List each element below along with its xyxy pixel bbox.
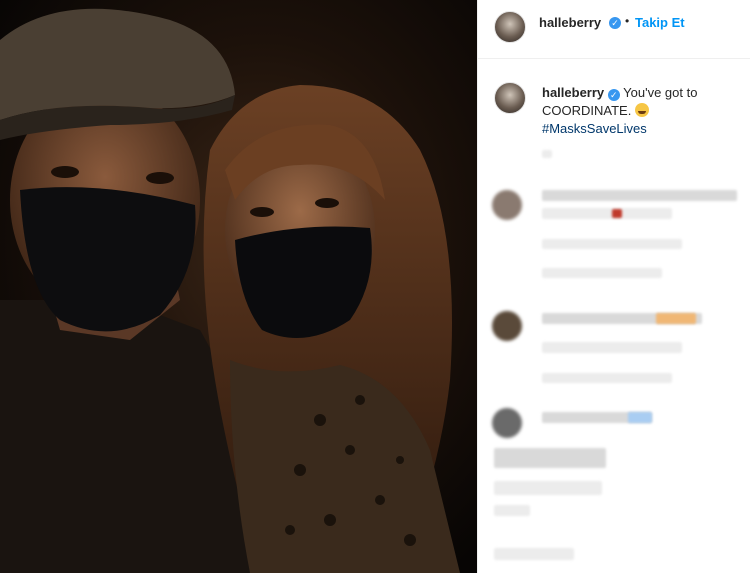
- post-header: halleberry ✓ • Takip Et: [478, 0, 750, 59]
- comment-meta-blurred: [494, 505, 530, 516]
- comment-text-blurred: [542, 190, 737, 201]
- comment-avatar[interactable]: [492, 311, 522, 341]
- comment-view-replies-blurred: [542, 268, 662, 278]
- caption-hashtag-link[interactable]: #MasksSaveLives: [542, 121, 647, 136]
- woman-left-eye: [250, 207, 274, 217]
- comment-avatar[interactable]: [492, 408, 522, 438]
- caption-verified-badge-icon: ✓: [607, 89, 620, 101]
- header-separator: •: [625, 14, 630, 28]
- comment-text-blurred: [494, 548, 574, 560]
- grinning-squinting-face-emoji-icon: [634, 103, 649, 117]
- author-username[interactable]: halleberry: [539, 15, 601, 30]
- comment-avatar[interactable]: [492, 190, 522, 220]
- follow-button[interactable]: Takip Et: [635, 15, 685, 30]
- comment-emoji-blurred: [656, 313, 696, 324]
- author-avatar[interactable]: [494, 11, 526, 43]
- caption-timestamp-blurred: [542, 150, 552, 158]
- post-side-panel: halleberry ✓ • Takip Et halleberry ✓ You…: [477, 0, 750, 573]
- caption-author-avatar[interactable]: [494, 82, 526, 114]
- comment-text-blurred: [542, 208, 672, 219]
- woman-right-eye: [315, 198, 339, 208]
- post-photo[interactable]: [0, 0, 477, 573]
- comment-emoji-blurred: [628, 412, 652, 423]
- comment-meta-blurred: [542, 373, 672, 383]
- caption-username[interactable]: halleberry: [542, 85, 604, 100]
- man-right-eye: [146, 172, 174, 184]
- comment-text-blurred: [542, 342, 682, 353]
- comment-meta-blurred: [542, 239, 682, 249]
- post-caption: halleberry ✓ You've got to COORDINATE. #…: [542, 84, 737, 138]
- comment-emoji-blurred: [612, 209, 622, 218]
- man-left-eye: [51, 166, 79, 178]
- selfie-illustration: [0, 0, 477, 573]
- comment-text-blurred: [494, 448, 606, 468]
- comment-text-blurred: [494, 481, 602, 495]
- verified-badge-icon: ✓: [609, 17, 621, 29]
